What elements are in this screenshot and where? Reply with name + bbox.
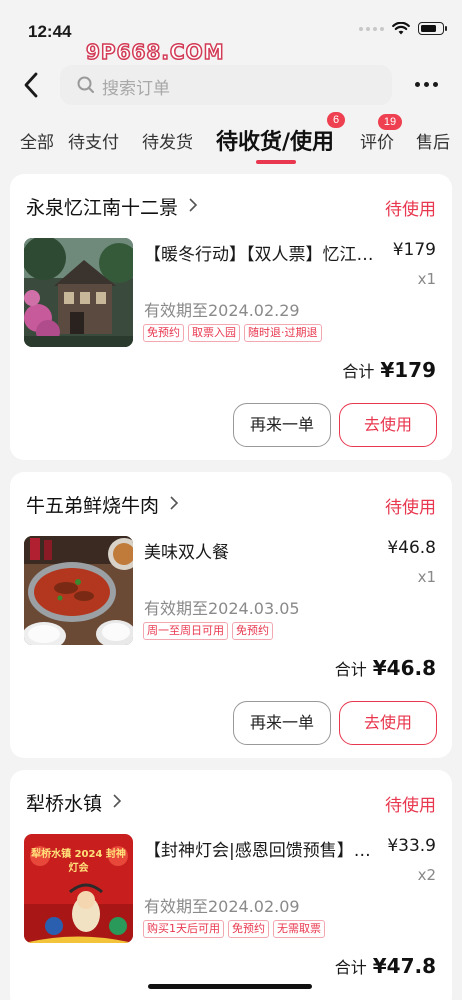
- total-value: ¥46.8: [372, 656, 436, 680]
- battery-icon: [418, 22, 447, 35]
- product-quantity: x1: [417, 270, 436, 288]
- tag: 免预约: [232, 622, 273, 640]
- tag: 无需取票: [273, 920, 325, 938]
- tag: 周一至周日可用: [143, 622, 228, 640]
- status-time: 12:44: [28, 22, 72, 41]
- product-price: ¥46.8: [387, 538, 436, 558]
- poster-text: 犁桥水镇 2024 封神 灯会: [31, 849, 126, 874]
- product-thumbnail[interactable]: [24, 536, 133, 645]
- store-name[interactable]: 永泉忆江南十二景: [26, 193, 178, 220]
- validity-date: 有效期至2024.03.05: [144, 599, 300, 618]
- home-indicator[interactable]: [148, 984, 312, 989]
- order-total: 合计 ¥179: [342, 358, 436, 382]
- tab-after-sales[interactable]: 售后: [416, 128, 450, 153]
- product-name[interactable]: 【暖冬行动】【双人票】忆江南十二景: [144, 240, 374, 265]
- tag: 免预约: [143, 324, 184, 342]
- product-tags: 购买1天后可用 免预约 无需取票: [143, 920, 325, 938]
- order-status: 待使用: [385, 200, 436, 220]
- order-status: 待使用: [385, 796, 436, 816]
- tab-to-receive-use[interactable]: 待收货/使用: [216, 124, 334, 156]
- use-button[interactable]: 去使用: [339, 701, 437, 745]
- tag: 随时退·过期退: [244, 324, 322, 342]
- validity-date: 有效期至2024.02.09: [144, 897, 300, 916]
- watermark-logo: 9P668.COM: [85, 39, 225, 65]
- product-tags: 免预约 取票入园 随时退·过期退: [143, 324, 322, 342]
- reorder-button[interactable]: 再来一单: [233, 403, 331, 447]
- product-tags: 周一至周日可用 免预约: [143, 622, 273, 640]
- product-thumbnail[interactable]: 犁桥水镇 2024 封神 灯会: [24, 834, 133, 943]
- more-dot: [424, 82, 429, 87]
- total-label: 合计: [334, 958, 367, 977]
- tag: 取票入园: [188, 324, 240, 342]
- back-button[interactable]: [18, 68, 48, 102]
- total-value: ¥179: [380, 358, 436, 382]
- reorder-button[interactable]: 再来一单: [233, 701, 331, 745]
- order-status: 待使用: [385, 498, 436, 518]
- product-name[interactable]: 美味双人餐: [144, 538, 374, 563]
- order-card: 牛五弟鲜烧牛肉 待使用 美味双人餐 ¥46.8 x1 有效期至2024.03.0…: [10, 472, 452, 758]
- chevron-right-icon: [170, 496, 179, 510]
- use-button[interactable]: 去使用: [339, 403, 437, 447]
- tab-badge-to-receive: 6: [327, 112, 345, 128]
- nav-bar: 搜索订单: [0, 62, 462, 108]
- more-dot: [415, 82, 420, 87]
- chevron-left-icon: [24, 72, 38, 98]
- product-price: ¥33.9: [387, 836, 436, 856]
- search-input[interactable]: 搜索订单: [60, 65, 392, 105]
- tab-pending-shipment[interactable]: 待发货: [142, 128, 193, 153]
- status-bar: 12:44 9P668.COM: [0, 0, 462, 65]
- more-dot: [433, 82, 438, 87]
- order-total: 合计 ¥46.8: [335, 656, 436, 680]
- product-price: ¥179: [392, 240, 436, 260]
- product-name[interactable]: 【封神灯会|感恩回馈预售】犁桥水镇: [144, 836, 374, 861]
- chevron-right-icon: [113, 794, 122, 808]
- total-label: 合计: [334, 660, 367, 679]
- chevron-right-icon: [189, 198, 198, 212]
- tab-pending-payment[interactable]: 待支付: [68, 128, 119, 153]
- total-value: ¥47.8: [372, 954, 436, 978]
- tag: 购买1天后可用: [143, 920, 224, 938]
- tab-badge-reviews: 19: [378, 114, 402, 130]
- order-total: 合计 ¥47.8: [335, 954, 436, 978]
- store-name[interactable]: 牛五弟鲜烧牛肉: [26, 491, 159, 518]
- status-icons: [359, 22, 447, 35]
- total-label: 合计: [342, 362, 375, 381]
- order-card: 犁桥水镇 待使用 犁桥水镇 2024 封神 灯会 【封神灯会|感恩回馈预售】犁桥…: [10, 770, 452, 1000]
- search-placeholder: 搜索订单: [102, 79, 170, 99]
- scenic-house-image: [24, 238, 133, 347]
- product-thumbnail[interactable]: [24, 238, 133, 347]
- validity-date: 有效期至2024.02.29: [144, 301, 300, 320]
- tag: 免预约: [228, 920, 269, 938]
- tab-reviews[interactable]: 评价: [360, 128, 394, 153]
- signal-icon: [359, 26, 384, 31]
- beef-meal-image: [24, 536, 133, 645]
- wifi-icon: [392, 22, 410, 35]
- more-options-button[interactable]: [415, 82, 438, 87]
- order-card: 永泉忆江南十二景 待使用 【暖冬行动】【双人票】忆江南十二景 ¥179 x1 有…: [10, 174, 452, 460]
- order-tabs: 全部 待支付 待发货 待收货/使用 6 评价 19 售后: [0, 112, 462, 170]
- active-tab-indicator: [256, 160, 296, 164]
- tab-all[interactable]: 全部: [20, 128, 54, 153]
- product-quantity: x2: [417, 866, 436, 884]
- product-quantity: x1: [417, 568, 436, 586]
- store-name[interactable]: 犁桥水镇: [26, 789, 102, 816]
- search-icon: [77, 76, 94, 93]
